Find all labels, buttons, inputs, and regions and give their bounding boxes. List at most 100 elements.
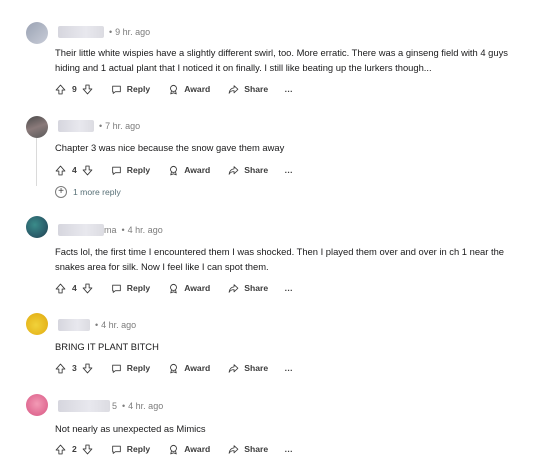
vote-count: 9 [72,84,77,94]
more-replies-link[interactable]: + 1 more reply [55,186,121,198]
award-icon [168,165,179,176]
comment-meta: • 9 hr. ago [58,24,150,40]
vote-count: 4 [72,283,77,293]
upvote-icon [55,363,66,374]
more-options-button[interactable]: … [284,165,294,175]
share-button[interactable]: Share [228,444,268,455]
share-label: Share [244,165,269,175]
more-replies-label: 1 more reply [73,187,121,197]
share-button[interactable]: Share [228,283,268,294]
avatar[interactable] [26,22,48,44]
upvote-icon [55,165,66,176]
award-button[interactable]: Award [168,283,210,294]
timestamp[interactable]: 9 hr. ago [115,27,150,37]
username[interactable] [58,319,90,331]
award-button[interactable]: Award [168,444,210,455]
reply-button[interactable]: Reply [111,363,150,374]
award-label: Award [184,84,211,94]
username[interactable] [58,26,104,38]
award-button[interactable]: Award [168,165,210,176]
username[interactable] [58,400,110,412]
share-button[interactable]: Share [228,84,268,95]
award-label: Award [184,363,211,373]
upvote-button[interactable] [55,84,66,95]
thread-line [36,138,37,186]
award-icon [168,363,179,374]
share-label: Share [244,363,269,373]
vote-count: 4 [72,165,77,175]
downvote-button[interactable] [82,363,93,374]
downvote-button[interactable] [82,165,93,176]
award-button[interactable]: Award [168,363,210,374]
separator-dot: • [109,27,113,37]
comment-meta: 5 • 4 hr. ago [58,398,163,414]
reply-label: Reply [126,84,151,94]
downvote-button[interactable] [82,84,93,95]
comment-body: Not nearly as unexpected as Mimics [55,423,206,434]
upvote-button[interactable] [55,283,66,294]
more-options-button[interactable]: … [284,84,294,94]
reply-button[interactable]: Reply [111,283,150,294]
avatar[interactable] [26,313,48,335]
timestamp[interactable]: 4 hr. ago [128,225,163,235]
comment-actions: 9 Reply Award Share … [55,80,294,98]
downvote-icon [82,165,93,176]
share-icon [228,363,239,374]
username[interactable] [58,120,94,132]
reply-label: Reply [126,444,151,454]
timestamp[interactable]: 7 hr. ago [105,121,140,131]
username[interactable] [58,224,104,236]
reply-label: Reply [126,363,151,373]
reply-icon [111,165,122,176]
share-label: Share [244,444,269,454]
downvote-button[interactable] [82,283,93,294]
timestamp[interactable]: 4 hr. ago [101,320,136,330]
downvote-button[interactable] [82,444,93,455]
share-button[interactable]: Share [228,165,268,176]
more-options-button[interactable]: … [284,363,294,373]
avatar[interactable] [26,216,48,238]
award-label: Award [184,283,211,293]
username-text[interactable]: 5 [112,401,117,411]
comment-actions: 4 Reply Award Share … [55,161,294,179]
more-options-button[interactable]: … [284,283,294,293]
upvote-button[interactable] [55,363,66,374]
comment-actions: 4 Reply Award Share … [55,279,294,297]
avatar[interactable] [26,116,48,138]
award-label: Award [184,165,211,175]
award-icon [168,84,179,95]
comment-actions: 2 Reply Award Share … [55,440,294,458]
reply-label: Reply [126,165,151,175]
comment-body: BRING IT PLANT BITCH [55,341,159,352]
share-icon [228,283,239,294]
separator-dot: • [99,121,103,131]
upvote-button[interactable] [55,444,66,455]
share-icon [228,165,239,176]
username-text[interactable]: ma [104,225,117,235]
award-button[interactable]: Award [168,84,210,95]
separator-dot: • [121,225,125,235]
avatar[interactable] [26,394,48,416]
reply-button[interactable]: Reply [111,84,150,95]
vote-count: 2 [72,444,77,454]
upvote-icon [55,84,66,95]
share-button[interactable]: Share [228,363,268,374]
share-label: Share [244,283,269,293]
reply-button[interactable]: Reply [111,165,150,176]
upvote-icon [55,283,66,294]
reply-button[interactable]: Reply [111,444,150,455]
award-icon [168,444,179,455]
more-options-button[interactable]: … [284,444,294,454]
timestamp[interactable]: 4 hr. ago [128,401,163,411]
reply-icon [111,84,122,95]
comment-body: Their little white wispies have a slight… [55,47,508,73]
share-icon [228,84,239,95]
award-icon [168,283,179,294]
award-label: Award [184,444,211,454]
share-label: Share [244,84,269,94]
separator-dot: • [122,401,126,411]
upvote-button[interactable] [55,165,66,176]
share-icon [228,444,239,455]
reply-label: Reply [126,283,151,293]
comment-meta: • 4 hr. ago [58,317,136,333]
